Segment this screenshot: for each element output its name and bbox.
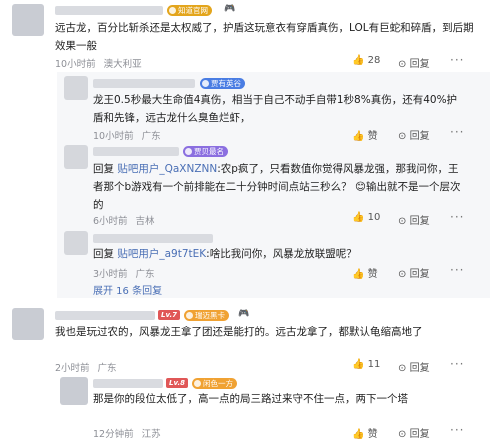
reply-text: 回复 贴吧用户_a9t7tEK:啥比我问你，风暴龙放联盟呢？ [93, 248, 357, 260]
mention-link[interactable]: 贴吧用户_QaXNZNN [117, 163, 217, 175]
badge: 瑞迈黑卡 [184, 310, 229, 321]
reply-button[interactable]: ⊙ 回复 [398, 212, 430, 227]
avatar[interactable] [60, 377, 88, 405]
chat-icon: ⊙ [398, 363, 407, 374]
comment-text: 远古龙，百分比斩杀还是太权威了，护盾这玩意衣有穿盾真伤，LOL有巨蛇和碎盾，到后… [55, 22, 474, 52]
comment-meta: 12分钟前 江苏 [93, 429, 161, 440]
more-icon[interactable]: ··· [450, 263, 464, 277]
chat-icon: ⊙ [398, 269, 407, 280]
reply-meta: 3小时前 广东 [93, 269, 155, 280]
reply-meta: 6小时前 吉林 [93, 216, 155, 227]
avatar[interactable] [64, 145, 88, 169]
thumb-up-icon: 👍 [352, 212, 365, 223]
badge: 知道官网 [167, 5, 212, 16]
more-icon[interactable]: ··· [450, 357, 464, 371]
reply-text: 龙王0.5秒最大生命值4真伤，相当于自己不动手自带1秒8%真伤，还有40%护盾和… [93, 94, 458, 124]
game-icon: 🎮 [238, 309, 250, 319]
chat-icon: ⊙ [398, 131, 407, 142]
chat-icon: ⊙ [398, 59, 407, 70]
more-icon[interactable]: ··· [450, 210, 464, 224]
thumb-up-icon: 👍 [352, 131, 365, 142]
reply-text: 回复 贴吧用户_QaXNZNN:农p疯了，只看数值你觉得风暴龙强，那我问你，王者… [93, 163, 461, 211]
like-button[interactable]: 👍 赞 [352, 265, 378, 280]
thumb-up-icon: 👍 [352, 359, 365, 370]
like-button[interactable]: 👍 28 [352, 55, 380, 66]
avatar[interactable] [12, 4, 44, 36]
reply-button[interactable]: ⊙ 回复 [398, 55, 430, 70]
badge: 贾有英谷 [200, 78, 245, 89]
chat-icon: ⊙ [398, 216, 407, 227]
more-icon[interactable]: ··· [450, 125, 464, 139]
username-blurred[interactable] [93, 147, 179, 156]
comment-time: 10小时前 [55, 59, 96, 70]
comment-text: 我也是玩过农的，风暴龙王拿了团还是能打的。远古龙拿了，都默认龟缩高地了 [55, 326, 423, 338]
like-count: 28 [367, 55, 381, 66]
reply-button[interactable]: ⊙ 回复 [398, 265, 430, 280]
badge: 闲色一方 [192, 378, 237, 389]
username-blurred[interactable] [55, 6, 163, 15]
reply-button[interactable]: ⊙ 回复 [398, 425, 430, 440]
username-blurred[interactable] [93, 234, 213, 243]
avatar[interactable] [64, 231, 88, 255]
expand-replies-link[interactable]: 展开 16 条回复 [93, 282, 162, 297]
like-button[interactable]: 👍 10 [352, 212, 380, 223]
thumb-up-icon: 👍 [352, 55, 365, 66]
username-blurred[interactable] [93, 79, 195, 88]
level-badge: Lv.7 [158, 310, 180, 320]
chat-icon: ⊙ [398, 429, 407, 440]
more-icon[interactable]: ··· [450, 53, 464, 67]
reply-meta: 10小时前 广东 [93, 131, 161, 142]
like-button[interactable]: 👍 11 [352, 359, 380, 370]
comment-location: 澳大利亚 [103, 59, 142, 70]
reply-button[interactable]: ⊙ 回复 [398, 359, 430, 374]
level-badge: Lv.8 [166, 378, 188, 388]
username-blurred[interactable] [55, 311, 155, 320]
emoji-icon: 😊 [355, 181, 366, 193]
avatar[interactable] [64, 76, 88, 100]
comment-text: 那是你的段位太低了，高一点的局三路过来守不住一点，两下一个塔 [93, 393, 408, 405]
more-icon[interactable]: ··· [450, 423, 464, 437]
thumb-up-icon: 👍 [352, 429, 365, 440]
like-button[interactable]: 👍 赞 [352, 127, 378, 142]
reply-button[interactable]: ⊙ 回复 [398, 127, 430, 142]
comment-meta: 2小时前 广东 [55, 363, 117, 374]
avatar[interactable] [12, 308, 44, 340]
thumb-up-icon: 👍 [352, 269, 365, 280]
badge: 贾贝最名 [183, 146, 228, 157]
username-blurred[interactable] [93, 379, 163, 388]
mention-link[interactable]: 贴吧用户_a9t7tEK [117, 248, 206, 260]
like-button[interactable]: 👍 赞 [352, 425, 378, 440]
comment-meta: 10小时前 澳大利亚 [55, 56, 150, 70]
game-icon: 🎮 [224, 4, 236, 14]
